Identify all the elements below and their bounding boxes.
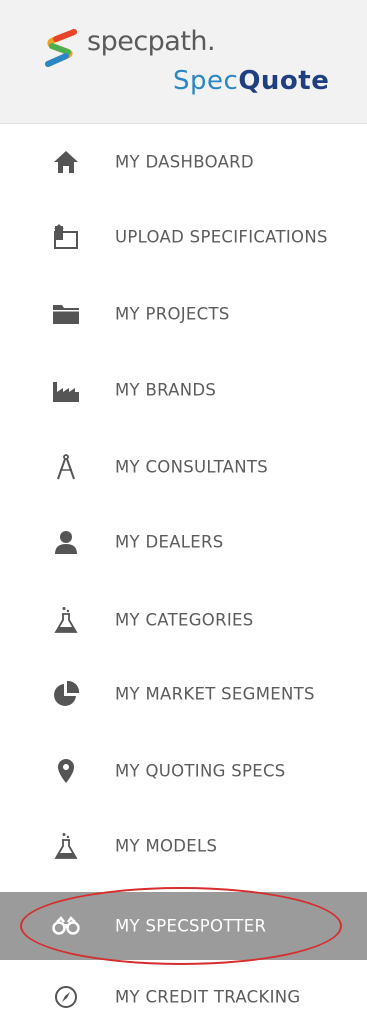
home-icon [52,148,80,176]
binoculars-icon [52,912,80,940]
nav-item-my-projects[interactable]: MY PROJECTS [0,284,367,344]
product-name-part1: Spec [173,66,239,96]
nav-item-label: MY CONSULTANTS [115,457,269,477]
nav-item-my-dealers[interactable]: MY DEALERS [0,512,367,572]
nav-item-label: UPLOAD SPECIFICATIONS [115,227,328,247]
flask-icon [52,606,80,634]
factory-icon [52,376,80,404]
nav-item-label: MY DASHBOARD [115,152,254,172]
product-name-part2: Quote [238,66,330,96]
compass-drawing-icon [52,453,80,481]
nav-item-my-consultants[interactable]: MY CONSULTANTS [0,437,367,497]
upload-icon [52,223,80,251]
app-header: specpath. SpecQuote [0,0,367,124]
nav-item-my-credit-tracking[interactable]: MY CREDIT TRACKING [0,967,367,1027]
nav-item-label: MY MARKET SEGMENTS [115,684,315,704]
pie-chart-icon [52,680,80,708]
person-icon [52,528,80,556]
nav-item-label: MY DEALERS [115,532,224,552]
nav-item-label: MY QUOTING SPECS [115,761,286,781]
product-name: SpecQuote [173,66,329,96]
nav-item-my-models[interactable]: MY MODELS [0,816,367,876]
nav-item-my-categories[interactable]: MY CATEGORIES [0,590,367,650]
nav-item-label: MY SPECSPOTTER [115,916,267,936]
nav-item-my-market-segments[interactable]: MY MARKET SEGMENTS [0,664,367,724]
nav-item-label: MY PROJECTS [115,304,230,324]
nav-item-my-dashboard[interactable]: MY DASHBOARD [0,132,367,192]
map-pin-icon [52,757,80,785]
nav-item-label: MY CATEGORIES [115,610,254,630]
nav-item-my-brands[interactable]: MY BRANDS [0,360,367,420]
flask-icon [52,832,80,860]
nav-item-upload-specifications[interactable]: UPLOAD SPECIFICATIONS [0,207,367,267]
brand-name: specpath. [87,26,216,57]
nav-item-label: MY CREDIT TRACKING [115,987,301,1007]
nav-item-label: MY MODELS [115,836,218,856]
compass-icon [52,983,80,1011]
folder-icon [52,300,80,328]
nav-item-my-specspotter[interactable]: MY SPECSPOTTER [0,892,367,960]
specpath-logo-icon [45,29,77,67]
nav-item-my-quoting-specs[interactable]: MY QUOTING SPECS [0,741,367,801]
nav-item-label: MY BRANDS [115,380,217,400]
